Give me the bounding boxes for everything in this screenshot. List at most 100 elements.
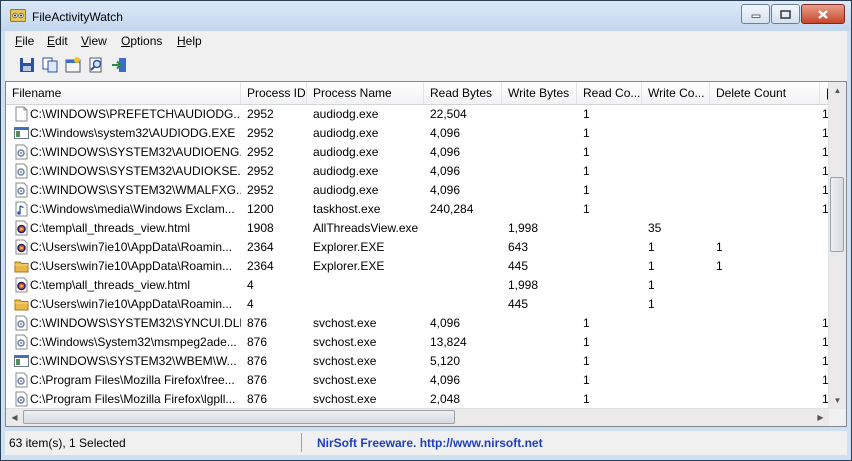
cell-read-count [577,219,642,238]
horizontal-scroll-thumb[interactable] [23,410,455,424]
horizontal-scrollbar[interactable]: ◀ ▶ [6,408,829,426]
properties-button[interactable] [64,56,82,74]
table-row[interactable]: C:\temp\all_threads_view.html 4 1,998 1 [6,276,829,295]
exit-button[interactable] [110,56,128,74]
cell-filename: C:\temp\all_threads_view.html [30,278,191,292]
table-row[interactable]: C:\WINDOWS\SYSTEM32\WMALFXG.... 2952 audio… [6,181,829,200]
cell-write-bytes [502,143,577,162]
cell-write-bytes [502,124,577,143]
cell-delete-count [710,295,820,314]
cell-write-bytes [502,162,577,181]
column-header-process-name[interactable]: Process Name [307,82,424,104]
cell-read-bytes: 4,096 [430,164,461,178]
cell-read-count: 1 [583,316,590,330]
cell-read-count [577,238,642,257]
table-row[interactable]: C:\Program Files\Mozilla Firefox\free...… [6,371,829,390]
cell-process-name: audiodg.exe [313,164,379,178]
table-row[interactable]: C:\WINDOWS\SYSTEM32\AUDIOKSE.... 2952 audi… [6,162,829,181]
properties-icon [65,57,81,73]
menu-help[interactable]: Help [177,34,202,48]
menu-options[interactable]: Options [121,34,162,48]
scroll-up-arrow[interactable]: ▲ [829,82,846,99]
cell-read-bytes [424,238,502,257]
cell-process-id: 876 [247,354,268,368]
cell-process-name: svchost.exe [313,316,377,330]
table-row[interactable]: C:\temp\all_threads_view.html 1908 AllThre… [6,219,829,238]
table-row[interactable]: C:\WINDOWS\PREFETCH\AUDIODG.... 2952 audio… [6,105,829,124]
menu-edit[interactable]: Edit [47,34,68,48]
column-header-read-count[interactable]: Read Co... [577,82,642,104]
cell-delete-count [710,219,820,238]
cell-write-bytes [502,200,577,219]
column-header-process-id[interactable]: Process ID [241,82,307,104]
column-header-write-count[interactable]: Write Co... [642,82,710,104]
find-button[interactable] [87,56,105,74]
cell-read-bytes [424,276,502,295]
table-row[interactable]: C:\Windows\System32\msmpeg2ade... 876 svch… [6,333,829,352]
cell-write-bytes [502,314,577,333]
cell-delete-count [710,162,820,181]
column-header-filename[interactable]: Filename [6,82,241,104]
cell-delete-count [710,181,820,200]
title-bar[interactable]: FileActivityWatch [1,1,851,31]
cell-filename: C:\temp\all_threads_view.html [30,221,191,235]
cell-delete-count [710,333,820,352]
vertical-scroll-thumb[interactable] [830,177,844,252]
cell-process-id: 2952 [247,107,274,121]
cell-read-count: 1 [583,373,590,387]
cell-write-bytes [502,390,577,409]
cell-read-count [577,276,642,295]
cell-filename: C:\WINDOWS\SYSTEM32\WBEM\W... [30,354,237,368]
status-item-count: 63 item(s), 1 Selected [9,436,126,450]
vertical-scrollbar[interactable]: ▲ ▼ [828,82,846,409]
minimize-button[interactable] [741,4,770,24]
scroll-down-arrow[interactable]: ▼ [829,392,846,409]
cell-read-bytes: 13,824 [430,335,467,349]
cell-filename: C:\Users\win7ie10\AppData\Roamin... [30,240,233,254]
table-row[interactable]: C:\WINDOWS\SYSTEM32\WBEM\W... 876 svchost.… [6,352,829,371]
cell-process-id: 2952 [247,126,274,140]
cell-write-count [642,352,710,371]
cell-process-name: svchost.exe [313,354,377,368]
table-row[interactable]: C:\WINDOWS\SYSTEM32\AUDIOENG.... 2952 audi… [6,143,829,162]
table-row[interactable]: C:\Users\win7ie10\AppData\Roamin... 2364 E… [6,257,829,276]
cell-write-count [642,124,710,143]
scroll-left-arrow[interactable]: ◀ [6,409,23,426]
nirsoft-link[interactable]: NirSoft Freeware. http://www.nirsoft.net [317,436,543,450]
cell-filename: C:\Users\win7ie10\AppData\Roamin... [30,259,233,273]
scroll-right-arrow[interactable]: ▶ [812,409,829,426]
cell-read-bytes: 4,096 [430,145,461,159]
cell-delete-count: 1 [716,240,723,254]
cell-delete-count [710,200,820,219]
cell-read-bytes: 4,096 [430,373,461,387]
cell-read-count: 1 [583,164,590,178]
save-button[interactable] [18,56,36,74]
cell-delete-count [710,143,820,162]
cell-process-name: svchost.exe [313,335,377,349]
status-divider [301,433,302,452]
menu-view[interactable]: View [81,34,107,48]
app-icon [10,9,26,22]
cell-process-id: 876 [247,392,268,406]
cell-write-count: 1 [648,278,655,292]
column-header-read-bytes[interactable]: Read Bytes [424,82,502,104]
menu-file[interactable]: File [15,34,34,48]
column-header-write-bytes[interactable]: Write Bytes [502,82,577,104]
table-row[interactable]: C:\WINDOWS\SYSTEM32\SYNCUI.DLL 876 svchost… [6,314,829,333]
table-row[interactable]: C:\Windows\media\Windows Exclam... 1200 ta… [6,200,829,219]
table-row[interactable]: C:\Users\win7ie10\AppData\Roamin... 4 445 1 [6,295,829,314]
copy-button[interactable] [41,56,59,74]
cell-process-name: svchost.exe [313,373,377,387]
file-activity-list[interactable]: Filename Process ID Process Name Read By… [5,81,847,427]
find-icon [89,57,102,73]
cell-filename: C:\Windows\media\Windows Exclam... [30,202,235,216]
cell-write-count [642,314,710,333]
close-button[interactable] [801,4,845,24]
column-header-delete-count[interactable]: Delete Count [710,82,820,104]
table-row[interactable]: C:\Program Files\Mozilla Firefox\lgpll..… [6,390,829,409]
table-row[interactable]: C:\Windows\system32\AUDIODG.EXE 2952 audio… [6,124,829,143]
cell-process-id: 1200 [247,202,274,216]
exit-icon [112,58,126,72]
maximize-button[interactable] [771,4,800,24]
table-row[interactable]: C:\Users\win7ie10\AppData\Roamin... 2364 E… [6,238,829,257]
